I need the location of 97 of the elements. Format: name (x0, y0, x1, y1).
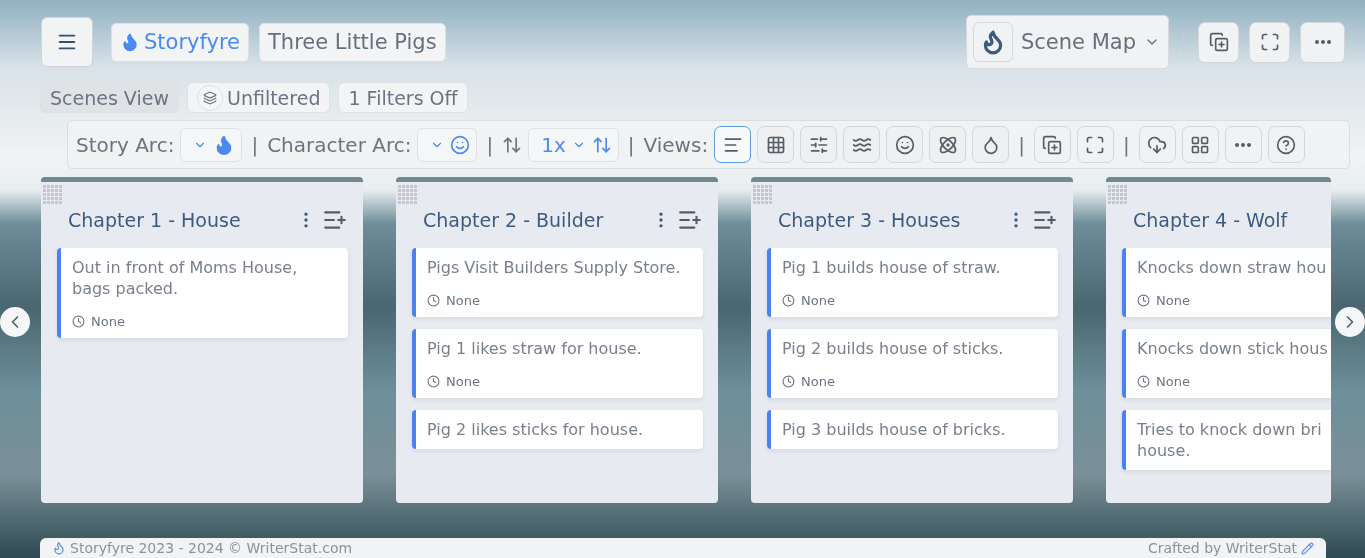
story-arc-select[interactable] (180, 127, 243, 162)
scene-time: None (446, 293, 480, 308)
copy-plus-icon (1208, 32, 1229, 52)
more-icon (1314, 40, 1331, 44)
fullscreen-button[interactable] (1249, 21, 1290, 63)
atom-icon (937, 134, 958, 155)
scene-map-label: Scene Map (1020, 30, 1136, 54)
scene-card[interactable]: Knocks down stick hous None (1122, 329, 1331, 398)
face-icon (450, 134, 471, 155)
clock-icon (72, 315, 85, 328)
scene-time: None (801, 374, 835, 389)
toolbar-divider: | (1122, 132, 1130, 157)
grid-button[interactable] (1181, 126, 1219, 163)
cloud-download-icon (1147, 134, 1168, 155)
toolbar-divider: | (1018, 132, 1025, 157)
scene-text: Tries to knock down bri house. (1137, 419, 1323, 461)
scene-card[interactable]: Out in front of Moms House, bags packed. None (57, 248, 348, 338)
toolbar-divider: | (251, 132, 259, 157)
clock-icon (1137, 294, 1150, 307)
scene-card[interactable]: Tries to knock down bri house. (1122, 410, 1331, 470)
scene-text: Pig 1 likes straw for house. (427, 338, 643, 359)
layers-icon (196, 84, 223, 111)
scene-card[interactable]: Pig 3 builds house of bricks. (767, 410, 1058, 449)
chapter-title: Chapter 1 - House (68, 209, 242, 231)
add-copy-button[interactable] (1033, 126, 1071, 163)
filter-chip[interactable]: 1 Filters Off (338, 82, 468, 113)
scene-time: None (801, 293, 835, 308)
more-button[interactable] (1224, 126, 1262, 163)
scene-card[interactable]: Pig 2 builds house of sticks. None (767, 329, 1058, 398)
view-button[interactable] (714, 126, 752, 163)
fullscreen-button[interactable] (1076, 126, 1114, 163)
clock-icon (782, 375, 795, 388)
cloud-download-button[interactable] (1138, 126, 1176, 163)
toolbar-divider: | (486, 132, 494, 157)
scene-card[interactable]: Knocks down straw hou None (1122, 248, 1331, 317)
help-icon (1276, 134, 1297, 155)
flame-icon (972, 22, 1013, 62)
story-arc-label: Story Arc: (76, 132, 175, 157)
grid-icon (1190, 134, 1211, 155)
scene-card[interactable]: Pig 1 builds house of straw. None (767, 248, 1058, 317)
flame-icon (120, 32, 140, 52)
fullscreen-icon (1085, 134, 1106, 155)
drag-handle-icon[interactable] (43, 185, 63, 205)
credit-text: Crafted by WriterStat (1147, 539, 1297, 557)
scene-time: None (1156, 374, 1190, 389)
scene-card[interactable]: Pig 1 likes straw for house. None (412, 329, 703, 398)
scene-text: Knocks down straw hou (1137, 257, 1328, 278)
grid-icon (765, 134, 786, 155)
scene-text: Pigs Visit Builders Supply Store. (427, 257, 682, 278)
character-arc-select[interactable] (417, 127, 478, 162)
clock-icon (427, 375, 440, 388)
scene-text: Knocks down stick hous (1137, 338, 1329, 359)
chapter-title: Chapter 3 - Houses (778, 209, 962, 231)
clock-icon (782, 294, 795, 307)
scene-text: Pig 2 builds house of sticks. (782, 338, 1005, 359)
copy-plus-icon (1042, 134, 1063, 155)
clock-icon (427, 294, 440, 307)
menu-button[interactable] (41, 17, 93, 67)
sliders-icon (808, 134, 829, 155)
scene-time: None (1156, 293, 1190, 308)
help-button[interactable] (1267, 126, 1305, 163)
clock-icon (1137, 375, 1150, 388)
scene-card[interactable]: Pigs Visit Builders Supply Store. None (412, 248, 703, 317)
scene-text: Pig 2 likes sticks for house. (427, 419, 645, 440)
filter-chip[interactable]: Unfiltered (186, 82, 331, 113)
view-button[interactable] (886, 126, 924, 163)
view-button[interactable] (757, 126, 795, 163)
filter-chip[interactable]: Scenes View (40, 82, 179, 113)
scene-time: None (446, 374, 480, 389)
scene-text: Out in front of Moms House, bags packed. (72, 257, 299, 299)
scene-card[interactable]: Pig 2 likes sticks for house. (412, 410, 703, 449)
toolbar-divider: | (627, 132, 635, 157)
views-label: Views: (643, 132, 709, 157)
fullscreen-icon (1259, 32, 1280, 52)
scene-text: Pig 1 builds house of straw. (782, 257, 1002, 278)
copyright-text: Storyfyre 2023 - 2024 © WriterStat.com (70, 539, 353, 557)
view-button[interactable] (800, 126, 838, 163)
more-icon (1235, 142, 1252, 147)
drag-handle-icon[interactable] (398, 185, 418, 205)
scene-time: None (91, 314, 125, 329)
zoom-select[interactable]: 1x (528, 127, 619, 162)
view-button[interactable] (929, 126, 967, 163)
flame-icon (52, 541, 66, 555)
brand-link[interactable]: Storyfyre (111, 22, 250, 62)
scene-map-dropdown[interactable]: Scene Map (965, 15, 1169, 69)
project-title[interactable]: Three Little Pigs (259, 22, 446, 62)
view-button[interactable] (972, 126, 1010, 163)
chapter-title: Chapter 4 - Wolf (1133, 209, 1289, 231)
drag-handle-icon[interactable] (1108, 185, 1128, 205)
drag-handle-icon[interactable] (753, 185, 773, 205)
face-icon (894, 134, 915, 155)
view-button[interactable] (843, 126, 881, 163)
scene-text: Pig 3 builds house of bricks. (782, 419, 1007, 440)
chapter-title: Chapter 2 - Builder (423, 209, 605, 231)
pencil-icon (1301, 541, 1314, 555)
add-copy-button[interactable] (1198, 21, 1239, 63)
character-arc-label: Character Arc: (267, 132, 412, 157)
